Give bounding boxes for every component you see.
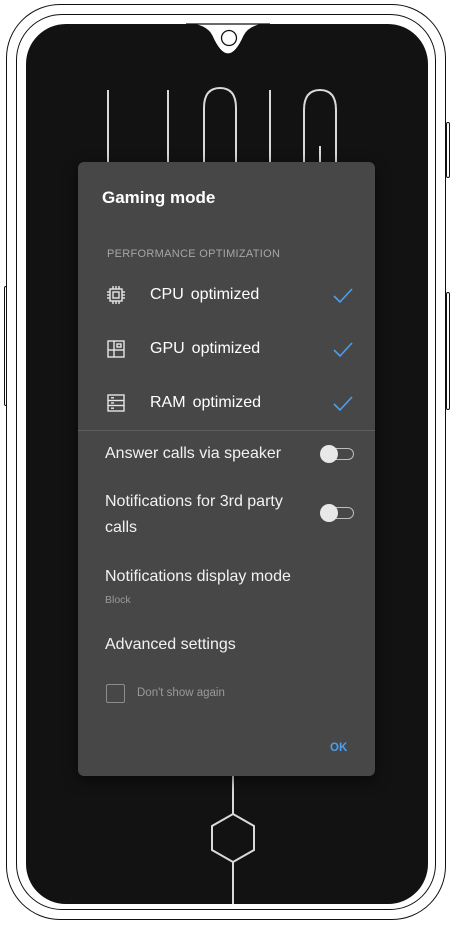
dialog-title: Gaming mode xyxy=(102,188,216,207)
setting-label: Notifications display mode xyxy=(105,568,291,585)
perf-name: RAM xyxy=(150,394,186,411)
checkmark-icon xyxy=(333,288,353,304)
section-header-performance: PERFORMANCE OPTIMIZATION xyxy=(107,248,281,260)
answer-calls-toggle[interactable] xyxy=(320,445,356,463)
dont-show-again-row[interactable]: Don't show again xyxy=(106,684,306,706)
setting-value: Block xyxy=(105,594,131,606)
perf-row-ram: RAM optimized xyxy=(78,378,375,432)
perf-name: CPU xyxy=(150,286,184,303)
dont-show-again-checkbox[interactable] xyxy=(106,684,125,703)
cpu-chip-icon xyxy=(107,286,125,304)
gpu-icon xyxy=(107,340,125,358)
perf-label-ram: RAM optimized xyxy=(150,394,261,412)
setting-notification-display-mode[interactable]: Notifications display mode Block xyxy=(105,564,355,606)
gaming-mode-dialog: Gaming mode PERFORMANCE OPTIMIZATION CPU… xyxy=(78,162,375,776)
front-camera-icon xyxy=(220,29,238,47)
toggle-thumb xyxy=(320,504,338,522)
perf-label-gpu: GPU optimized xyxy=(150,340,260,358)
phone-mockup: Gaming mode PERFORMANCE OPTIMIZATION CPU… xyxy=(0,0,456,928)
dont-show-again-label: Don't show again xyxy=(137,687,225,699)
perf-row-cpu: CPU optimized xyxy=(78,270,375,324)
power-button xyxy=(446,122,450,178)
setting-advanced[interactable]: Advanced settings xyxy=(105,632,355,658)
setting-label: Answer calls via speaker xyxy=(105,445,282,462)
perf-status: optimized xyxy=(192,394,262,411)
setting-answer-calls[interactable]: Answer calls via speaker xyxy=(105,441,355,467)
ram-icon xyxy=(107,394,125,412)
perf-name: GPU xyxy=(150,340,185,357)
perf-status: optimized xyxy=(191,340,261,357)
divider xyxy=(78,430,375,431)
third-party-notifications-toggle[interactable] xyxy=(320,504,356,522)
setting-label: Advanced settings xyxy=(105,636,236,653)
toggle-thumb xyxy=(320,445,338,463)
setting-label: Notifications for 3rd party calls xyxy=(105,493,283,536)
setting-third-party-notifications[interactable]: Notifications for 3rd party calls xyxy=(105,489,310,541)
perf-row-gpu: GPU optimized xyxy=(78,324,375,378)
ok-button[interactable]: OK xyxy=(326,740,351,756)
volume-slider-button xyxy=(446,292,450,410)
checkmark-icon xyxy=(333,342,353,358)
display-notch xyxy=(185,23,271,55)
perf-status: optimized xyxy=(190,286,260,303)
checkmark-icon xyxy=(333,396,353,412)
perf-label-cpu: CPU optimized xyxy=(150,286,259,304)
